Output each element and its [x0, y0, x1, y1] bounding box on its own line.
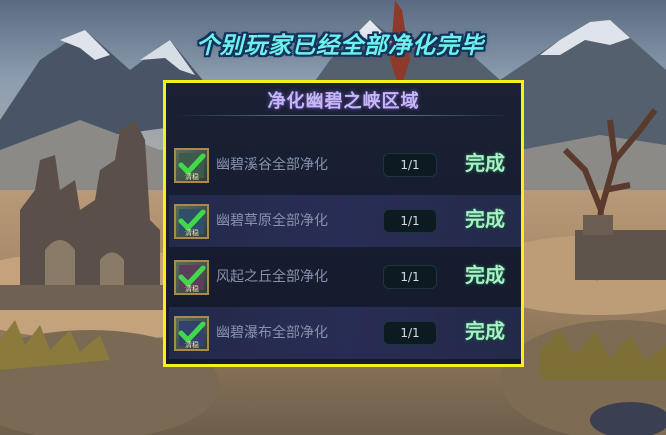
objective-row: 清稳 幽碧草原全部净化 1/1 完成 [169, 195, 521, 247]
objective-status: 完成 [465, 319, 505, 343]
objective-progress: 1/1 [383, 209, 437, 233]
dead-tree-right [562, 108, 666, 281]
icon-caption: 清稳 [185, 340, 199, 349]
objective-name: 幽碧草原全部净化 [216, 213, 328, 229]
panel-title: 净化幽碧之峡区域 [267, 91, 420, 112]
check-badge-icon: 清稳 [174, 260, 209, 295]
objective-name: 幽碧瀑布全部净化 [216, 325, 328, 341]
title-divider [176, 115, 511, 116]
objective-status: 完成 [465, 263, 505, 287]
objective-name: 幽碧溪谷全部净化 [216, 157, 328, 173]
objective-name: 风起之丘全部净化 [216, 269, 328, 285]
icon-caption: 清稳 [185, 172, 199, 181]
objective-progress: 1/1 [383, 153, 437, 177]
objective-progress: 1/1 [383, 265, 437, 289]
check-icon: 清稳 [178, 209, 206, 237]
purification-complete-headline: 个别玩家已经全部净化完毕 [196, 33, 484, 59]
purification-panel: 净化幽碧之峡区域 清稳 幽碧溪谷全部净化 1/1 完成 清稳 幽碧草原全部净化 … [163, 80, 524, 367]
objective-row: 清稳 幽碧溪谷全部净化 1/1 完成 [169, 139, 521, 191]
stone-ruins-left [0, 120, 170, 310]
objective-progress: 1/1 [383, 321, 437, 345]
check-icon: 清稳 [178, 265, 206, 293]
objective-status: 完成 [465, 151, 505, 175]
check-badge-icon: 清稳 [174, 316, 209, 351]
icon-caption: 清稳 [185, 284, 199, 293]
panel-body: 净化幽碧之峡区域 清稳 幽碧溪谷全部净化 1/1 完成 清稳 幽碧草原全部净化 … [166, 83, 521, 364]
check-badge-icon: 清稳 [174, 204, 209, 239]
check-icon: 清稳 [178, 153, 206, 181]
icon-caption: 清稳 [185, 228, 199, 237]
check-badge-icon: 清稳 [174, 148, 209, 183]
objective-row: 清稳 风起之丘全部净化 1/1 完成 [169, 251, 521, 303]
objective-row: 清稳 幽碧瀑布全部净化 1/1 完成 [169, 307, 521, 359]
objective-status: 完成 [465, 207, 505, 231]
check-icon: 清稳 [178, 321, 206, 349]
